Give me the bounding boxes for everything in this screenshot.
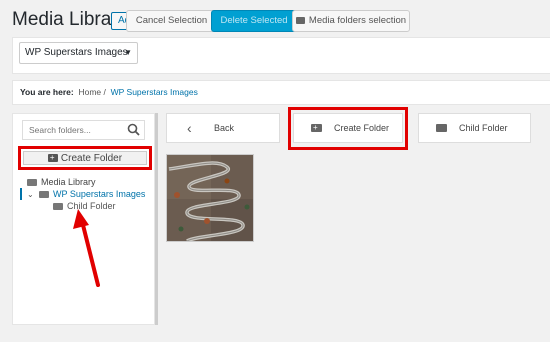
selected-folder-indicator <box>20 188 22 200</box>
breadcrumb-current[interactable]: WP Superstars Images <box>111 87 198 97</box>
folder-plus-icon <box>47 154 58 162</box>
chevron-left-icon: ‹ <box>187 120 192 136</box>
media-folders-selection-button[interactable]: Media folders selection <box>292 10 410 32</box>
tree-item-label: Media Library <box>41 177 96 187</box>
tree-item-wp-superstars-images[interactable]: ⌄ WP Superstars Images <box>27 188 145 200</box>
create-folder-tile[interactable]: Create Folder <box>293 113 403 143</box>
media-toolbar: WP Superstars Images ▼ <box>12 37 550 74</box>
dropdown-arrow-icon: ▼ <box>124 48 132 57</box>
folder-select-value: WP Superstars Images <box>25 47 128 58</box>
winding-road-image <box>167 155 253 241</box>
breadcrumb-prefix-separator: : <box>70 87 74 97</box>
create-folder-highlight: Create Folder <box>18 146 152 170</box>
back-button[interactable]: ‹ Back <box>166 113 280 143</box>
breadcrumb: You are here: Home / WP Superstars Image… <box>12 80 550 105</box>
folder-plus-icon <box>311 124 322 132</box>
cancel-selection-button[interactable]: Cancel Selection <box>126 10 217 32</box>
child-folder-tile[interactable]: Child Folder <box>418 113 531 143</box>
folder-select[interactable]: WP Superstars Images ▼ <box>19 42 138 64</box>
folder-icon <box>295 17 305 24</box>
page-title: Media Library <box>12 9 128 30</box>
create-folder-label: Create Folder <box>60 153 123 164</box>
create-folder-button[interactable]: Create Folder <box>23 151 147 165</box>
media-main-panel: ‹ Back Create Folder Child Folder <box>158 105 550 342</box>
tree-item-media-library[interactable]: Media Library <box>27 176 96 188</box>
search-icon[interactable] <box>127 123 140 136</box>
chevron-down-icon[interactable]: ⌄ <box>27 189 35 201</box>
breadcrumb-home[interactable]: Home <box>78 87 101 97</box>
child-folder-label: Child Folder <box>459 123 508 133</box>
media-thumbnail[interactable] <box>166 154 254 242</box>
breadcrumb-prefix: You are here <box>20 87 71 97</box>
delete-selected-button[interactable]: Delete Selected <box>211 10 297 32</box>
red-arrow-annotation <box>73 209 100 287</box>
folder-icon <box>436 124 447 132</box>
folder-icon <box>27 179 37 186</box>
folder-icon <box>53 203 63 210</box>
tree-item-label: WP Superstars Images <box>53 189 146 199</box>
breadcrumb-divider: / <box>103 87 106 97</box>
create-folder-label: Create Folder <box>334 123 390 133</box>
back-label: Back <box>214 123 235 133</box>
create-folder-highlight: Create Folder <box>288 107 408 150</box>
media-folders-selection-label: Media folders selection <box>308 15 407 26</box>
folder-icon <box>39 191 49 198</box>
